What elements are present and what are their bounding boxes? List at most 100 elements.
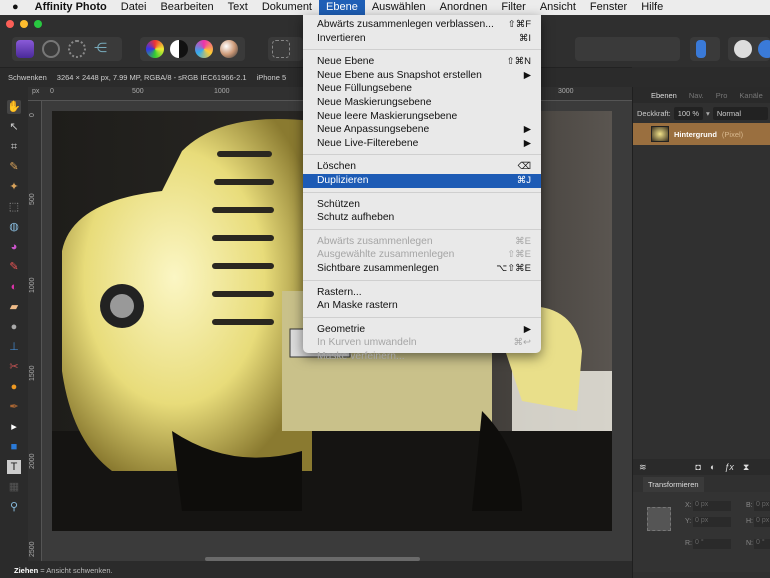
transform-panel: X: 0 px Y: 0 px R: 0 ° B: 0 px H: 0 px N… [633, 492, 770, 572]
menu-item[interactable]: Rastern... [303, 286, 541, 300]
boolean-add-icon[interactable] [734, 40, 752, 58]
menu-item[interactable]: Neue Füllungsebene [303, 82, 541, 96]
white-balance-icon[interactable] [220, 40, 238, 58]
menu-filter[interactable]: Filter [494, 0, 532, 15]
clone-stamp-icon[interactable]: ⊥ [7, 340, 21, 354]
menu-item[interactable]: Invertieren ⌘I [303, 32, 541, 46]
menu-item[interactable]: Neue Live-Filterebene ▶ [303, 137, 541, 151]
move-tool-icon[interactable]: ↖ [7, 120, 21, 134]
close-window-button[interactable] [6, 20, 14, 28]
menu-item[interactable]: Schutz aufheben [303, 211, 541, 225]
n-field[interactable]: 0 ° [754, 539, 770, 549]
menu-item: Abwärts zusammenlegen ⌘E [303, 235, 541, 249]
h-field[interactable]: 0 px [754, 517, 770, 527]
healing-brush-icon[interactable]: ✂ [7, 360, 21, 374]
minimize-window-button[interactable] [20, 20, 28, 28]
layers-stack-icon[interactable]: ≋ [639, 462, 647, 473]
align-icon[interactable] [696, 40, 706, 58]
x-field[interactable]: 0 px [693, 501, 731, 511]
anchor-icon[interactable] [647, 507, 671, 531]
menu-item[interactable]: Neue Maskierungsebene [303, 96, 541, 110]
blend-mode-select[interactable]: Normal [712, 106, 768, 120]
fill-tool-icon[interactable]: ◍ [7, 220, 21, 234]
flood-select-icon[interactable]: ✦ [7, 180, 21, 194]
color-picker-icon[interactable]: ◕ [7, 240, 21, 254]
export-persona-icon[interactable]: ⋲ [94, 40, 112, 58]
selection-brush-icon[interactable]: ✎ [7, 160, 21, 174]
blur-brush-icon[interactable]: ● [7, 320, 21, 334]
photo-persona-icon[interactable] [16, 40, 34, 58]
menu-item-shortcut: ▶ [523, 124, 531, 136]
app-menu[interactable]: Affinity Photo [28, 0, 114, 15]
layer-row[interactable]: Hintergrund (Pixel) [633, 123, 770, 145]
rectangle-tool-icon[interactable]: ■ [7, 440, 21, 454]
selection-icon[interactable] [272, 40, 290, 58]
apple-icon[interactable]: ● [0, 0, 28, 15]
r-field[interactable]: 0 ° [693, 539, 731, 549]
fx-icon[interactable]: ƒx [724, 462, 734, 472]
pen-tool-icon[interactable]: ✒ [7, 400, 21, 414]
mask-icon[interactable]: ◘ [696, 462, 701, 472]
sponge-icon[interactable]: ● [7, 380, 21, 394]
liquify-persona-icon[interactable] [42, 40, 60, 58]
node-tool-icon[interactable]: ▸ [7, 420, 21, 434]
levels-icon[interactable] [170, 40, 188, 58]
dodge-brush-icon[interactable]: ◐ [7, 280, 21, 294]
menu-item[interactable]: An Maske rastern [303, 299, 541, 313]
menu-item[interactable]: Sichtbare zusammenlegen ⌥⇧⌘E [303, 262, 541, 276]
menu-item[interactable]: Geometrie ▶ [303, 323, 541, 337]
menu-item[interactable]: Löschen ⌫ [303, 160, 541, 174]
hand-tool-icon[interactable]: ✋ [7, 100, 21, 114]
menu-fenster[interactable]: Fenster [583, 0, 634, 15]
vertical-ruler: 0 500 1000 1500 2000 2500 [28, 101, 42, 561]
menu-item[interactable]: Neue Ebene aus Snapshot erstellen ▶ [303, 69, 541, 83]
tab-nav[interactable]: Nav. [689, 91, 704, 100]
text-tool-icon[interactable]: T [7, 460, 21, 474]
menu-bearbeiten[interactable]: Bearbeiten [153, 0, 220, 15]
menu-dokument[interactable]: Dokument [255, 0, 319, 15]
chevron-down-icon[interactable]: ▾ [706, 109, 710, 118]
menu-separator [303, 228, 541, 230]
menu-item[interactable]: Abwärts zusammenlegen verblassen... ⇧⌘F [303, 18, 541, 32]
menu-anordnen[interactable]: Anordnen [433, 0, 495, 15]
opacity-field[interactable]: 100 % [673, 106, 704, 120]
crop-tool-icon[interactable]: ⌗ [7, 140, 21, 154]
ruler-label: 1000 [29, 277, 36, 293]
menu-item-label: Duplizieren [317, 174, 369, 186]
menu-item[interactable]: Duplizieren ⌘J [303, 173, 541, 188]
menu-item-shortcut: ⇧⌘E [507, 249, 531, 261]
menu-item[interactable]: Neue leere Maskierungsebene [303, 110, 541, 124]
tab-ebenen[interactable]: Ebenen [651, 91, 677, 100]
y-field[interactable]: 0 px [693, 517, 731, 527]
menu-item[interactable]: Schützen [303, 198, 541, 212]
horizontal-scrollbar[interactable] [205, 557, 420, 561]
menu-auswaehlen[interactable]: Auswählen [365, 0, 433, 15]
b-field[interactable]: 0 px [754, 501, 770, 511]
live-filter-icon[interactable]: ⧗ [743, 462, 749, 473]
menu-datei[interactable]: Datei [114, 0, 154, 15]
eraser-icon[interactable]: ▰ [7, 300, 21, 314]
menu-ansicht[interactable]: Ansicht [533, 0, 583, 15]
menu-hilfe[interactable]: Hilfe [634, 0, 670, 15]
marquee-tool-icon[interactable]: ⬚ [7, 200, 21, 214]
adjustment-icon[interactable]: ◐ [710, 462, 715, 472]
zoom-window-button[interactable] [34, 20, 42, 28]
mesh-tool-icon[interactable]: ▦ [7, 480, 21, 494]
menu-item-label: Löschen [317, 161, 356, 173]
menu-ebene[interactable]: Ebene [319, 0, 365, 15]
tab-pro[interactable]: Pro [716, 91, 728, 100]
menu-item[interactable]: Neue Anpassungsebene ▶ [303, 123, 541, 137]
menu-text[interactable]: Text [221, 0, 255, 15]
ruler-label: 1000 [214, 88, 230, 95]
develop-persona-icon[interactable] [68, 40, 86, 58]
menu-item-label: Neue Maskierungsebene [317, 96, 432, 108]
paint-brush-icon[interactable]: ✎ [7, 260, 21, 274]
boolean-subtract-icon[interactable] [758, 40, 770, 58]
hsl-icon[interactable] [195, 40, 213, 58]
tab-kanaele[interactable]: Kanäle [739, 91, 762, 100]
zoom-tool-icon[interactable]: ⚲ [7, 500, 21, 514]
color-wheel-icon[interactable] [146, 40, 164, 58]
tab-transformieren[interactable]: Transformieren [643, 477, 704, 492]
menu-item[interactable]: Neue Ebene ⇧⌘N [303, 55, 541, 69]
menu-item-label: Neue Füllungsebene [317, 83, 413, 95]
